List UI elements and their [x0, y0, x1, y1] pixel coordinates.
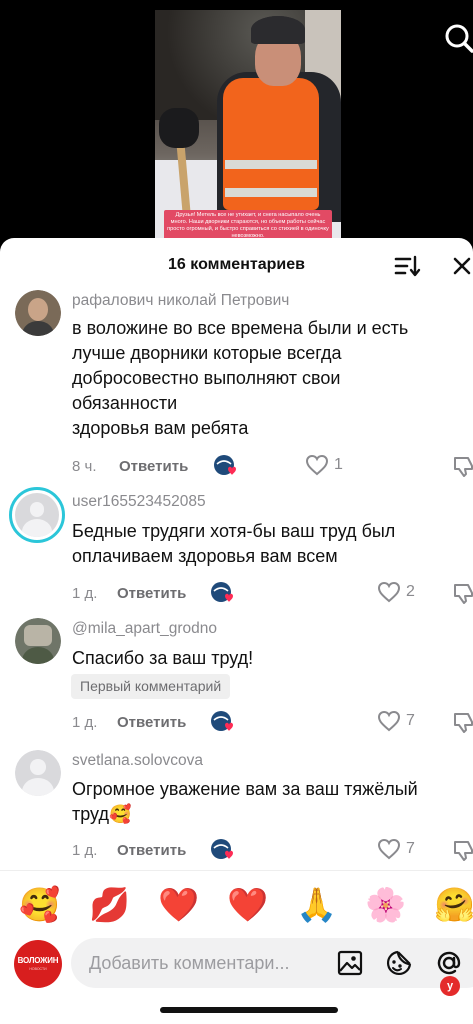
emoji-smiling-hearts[interactable]: 🥰	[19, 885, 60, 925]
home-indicator	[160, 1007, 338, 1013]
sort-icon	[394, 255, 421, 277]
heart-icon	[305, 454, 329, 476]
close-icon	[453, 257, 471, 275]
heart-icon	[377, 838, 401, 860]
dislike-icon	[454, 457, 473, 477]
avatar[interactable]	[15, 290, 61, 336]
emoji-hug[interactable]: 🤗	[434, 885, 473, 925]
logo-text: ВОЛОЖИН	[17, 956, 59, 965]
comment-text: в воложине во все времена были и есть лу…	[72, 318, 409, 438]
mention-icon	[437, 951, 461, 975]
dislike-button[interactable]	[452, 838, 473, 862]
creator-liked-icon	[214, 455, 236, 475]
comment-time: 1 д.	[72, 842, 98, 859]
reply-button[interactable]: Ответить	[117, 585, 186, 602]
sticker-button[interactable]	[385, 949, 413, 977]
comment-time: 1 д.	[72, 585, 98, 602]
comment-time: 8 ч.	[72, 458, 97, 475]
comment-input-field[interactable]	[71, 938, 473, 988]
emoji-heart[interactable]: ❤️	[227, 885, 268, 925]
dislike-icon	[454, 584, 473, 604]
search-icon	[445, 24, 473, 53]
heart-icon	[377, 710, 401, 732]
sticker-icon	[386, 950, 412, 976]
comment-input[interactable]	[89, 938, 321, 988]
dislike-button[interactable]	[452, 710, 473, 734]
emoji-kiss[interactable]: 💋	[89, 885, 130, 925]
search-button[interactable]	[441, 20, 473, 54]
comment-text: Спасибо за ваш труд!	[72, 648, 254, 668]
logo-subtext: НОВОСТИ	[29, 967, 47, 971]
dislike-icon	[454, 713, 473, 733]
video-area[interactable]: Друзья! Метель все не утихает, и снега н…	[0, 0, 473, 260]
like-button[interactable]: 7	[377, 838, 437, 862]
reply-button[interactable]: Ответить	[117, 842, 186, 859]
image-button[interactable]	[336, 949, 364, 977]
reply-button[interactable]: Ответить	[117, 714, 186, 731]
dislike-icon	[454, 841, 473, 861]
first-comment-badge: Первый комментарий	[71, 674, 231, 699]
like-count: 2	[406, 583, 415, 600]
account-avatar-logo[interactable]: ВОЛОЖИН НОВОСТИ	[14, 940, 62, 988]
dislike-button[interactable]	[452, 454, 473, 478]
comment-username[interactable]: рафалович николай Петрович	[72, 292, 289, 310]
dislike-button[interactable]	[452, 581, 473, 605]
comment-text: Бедные трудяги хотя-бы ваш труд был опла…	[72, 521, 396, 566]
creator-liked-badge	[213, 454, 239, 483]
emoji-heart[interactable]: ❤️	[158, 885, 199, 925]
creator-liked-icon	[211, 711, 233, 731]
video-player[interactable]: Друзья! Метель все не утихает, и снега н…	[155, 10, 341, 250]
avatar[interactable]	[9, 487, 65, 543]
image-icon	[337, 950, 363, 976]
video-person-hat-top	[251, 16, 305, 44]
creator-liked-badge	[210, 710, 236, 739]
like-count: 7	[406, 840, 415, 857]
comment-username[interactable]: svetlana.solovcova	[72, 752, 203, 770]
like-button[interactable]: 7	[377, 710, 437, 734]
like-count: 7	[406, 712, 415, 729]
mention-button[interactable]	[435, 949, 463, 977]
video-glove	[159, 108, 199, 148]
vest-stripe	[225, 188, 317, 197]
emoji-quick-bar: 🥰 💋 ❤️ ❤️ 🙏 🌸 🤗	[0, 870, 473, 940]
close-button[interactable]	[448, 252, 473, 280]
comment-time: 1 д.	[72, 714, 98, 731]
screen: Друзья! Метель все не утихает, и снега н…	[0, 0, 473, 1024]
comment-username[interactable]: user165523452085	[72, 493, 206, 511]
like-button[interactable]: 2	[377, 581, 437, 605]
creator-liked-badge	[210, 581, 236, 610]
like-button[interactable]: 1	[305, 454, 365, 478]
emoji-blossom[interactable]: 🌸	[365, 885, 406, 925]
reply-button[interactable]: Ответить	[119, 458, 188, 475]
avatar[interactable]	[15, 750, 61, 796]
watermark-logo: у	[440, 976, 460, 996]
comment-input-bar: ВОЛОЖИН НОВОСТИ Добавить комментари... у	[0, 938, 473, 1024]
heart-icon	[377, 581, 401, 603]
creator-liked-badge	[210, 838, 236, 867]
creator-liked-icon	[211, 839, 233, 859]
emoji-pray[interactable]: 🙏	[296, 885, 337, 925]
comments-sheet: 16 комментариев рафалович николай Петров…	[0, 238, 473, 1024]
creator-liked-icon	[211, 582, 233, 602]
like-count: 1	[334, 456, 343, 473]
comment-username[interactable]: @mila_apart_grodno	[72, 620, 217, 638]
comment-text: Огромное уважение вам за ваш тяжёлый тру…	[72, 779, 418, 824]
vest-stripe	[225, 160, 317, 169]
sheet-header: 16 комментариев	[0, 238, 473, 294]
sort-button[interactable]	[392, 252, 422, 280]
avatar[interactable]	[15, 618, 61, 664]
